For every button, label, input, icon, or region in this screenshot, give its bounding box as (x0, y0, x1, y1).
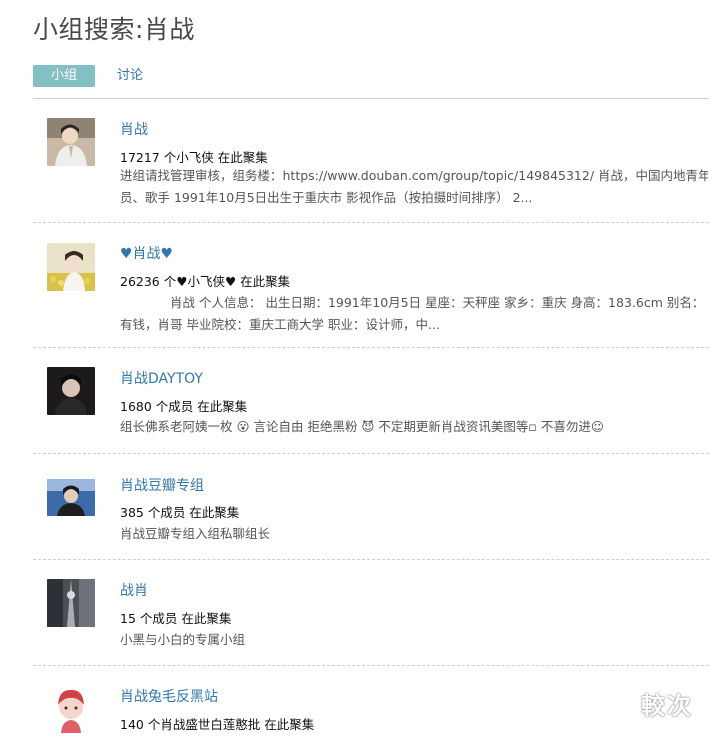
group-result: 肖战兔毛反黑站 140 个肖战盛世白莲憨批 在此聚集 (33, 666, 709, 739)
description-line: 肖战豆瓣专组入组私聊组长 (120, 526, 271, 541)
group-avatar[interactable] (47, 367, 95, 415)
description-line: 员、歌手 1991年10月5日出生于重庆市 影视作品（按拍摄时间排序） 2... (120, 190, 533, 205)
tab-bar: 小组 讨论 (33, 64, 709, 99)
page-title: 小组搜索:肖战 (33, 15, 195, 44)
description-line: 组长佛系老阿姨一枚 😮 言论自由 拒绝黑粉 😈 不定期更新肖战资讯美图等▫ 不喜… (120, 419, 604, 434)
member-count: 15 个成员 在此聚集 (120, 611, 232, 626)
group-result: 肖战 17217 个小飞侠 在此聚集 进组请找管理审核，组务楼：https://… (33, 99, 709, 223)
member-count: 17217 个小飞侠 在此聚集 (120, 150, 268, 165)
member-count: 385 个成员 在此聚集 (120, 505, 240, 520)
description-line: 肖战 个人信息： 出生日期：1991年10月5日 星座：天秤座 家乡：重庆 身高… (170, 295, 705, 310)
group-result: 肖战豆瓣专组 385 个成员 在此聚集 肖战豆瓣专组入组私聊组长 (33, 454, 709, 560)
member-count: 26236 个♥小飞侠♥ 在此聚集 (120, 274, 291, 289)
group-name[interactable]: 肖战DAYTOY (120, 368, 203, 388)
group-avatar[interactable] (47, 479, 95, 516)
group-description: 肖战 个人信息： 出生日期：1991年10月5日 星座：天秤座 家乡：重庆 身高… (120, 292, 708, 336)
member-count: 140 个肖战盛世白莲憨批 在此聚集 (120, 717, 315, 732)
group-avatar[interactable] (47, 685, 95, 733)
tab-groups[interactable]: 小组 (33, 65, 95, 87)
group-avatar[interactable] (47, 118, 95, 166)
group-description: 小黑与小白的专属小组 (120, 629, 708, 651)
description-line: 有钱，肖哥 毕业院校：重庆工商大学 职业：设计师，中... (120, 317, 440, 332)
group-description: 进组请找管理审核，组务楼：https://www.douban.com/grou… (120, 165, 708, 209)
watermark: 較次 (641, 692, 693, 720)
description-line: 进组请找管理审核，组务楼：https://www.douban.com/grou… (120, 168, 708, 183)
member-count: 1680 个成员 在此聚集 (120, 399, 248, 414)
group-avatar[interactable] (47, 243, 95, 291)
group-description: 肖战豆瓣专组入组私聊组长 (120, 523, 708, 545)
group-name[interactable]: 肖战豆瓣专组 (120, 475, 204, 495)
tab-discussions[interactable]: 讨论 (117, 65, 143, 87)
group-name[interactable]: 战肖 (120, 580, 148, 600)
group-avatar[interactable] (47, 579, 95, 627)
group-description: 组长佛系老阿姨一枚 😮 言论自由 拒绝黑粉 😈 不定期更新肖战资讯美图等▫ 不喜… (120, 416, 708, 438)
group-result: ♥肖战♥ 26236 个♥小飞侠♥ 在此聚集 肖战 个人信息： 出生日期：199… (33, 223, 709, 348)
description-line: 小黑与小白的专属小组 (120, 632, 246, 647)
group-name[interactable]: 肖战 (120, 119, 148, 139)
group-result: 肖战DAYTOY 1680 个成员 在此聚集 组长佛系老阿姨一枚 😮 言论自由 … (33, 348, 709, 454)
group-name[interactable]: ♥肖战♥ (120, 243, 173, 263)
group-result: 战肖 15 个成员 在此聚集 小黑与小白的专属小组 (33, 560, 709, 666)
group-name[interactable]: 肖战兔毛反黑站 (120, 686, 218, 706)
